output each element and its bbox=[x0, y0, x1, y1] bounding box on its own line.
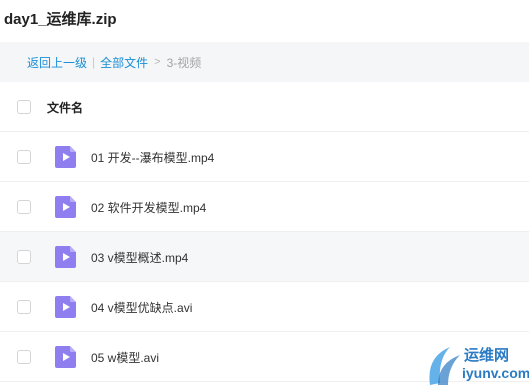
file-name[interactable]: 04 v模型优缺点.avi bbox=[91, 299, 192, 316]
breadcrumb: 返回上一级 | 全部文件 > 3-视频 bbox=[0, 42, 529, 82]
archive-title: day1_运维库.zip bbox=[4, 11, 117, 28]
table-row[interactable]: 03 v模型概述.mp4 bbox=[0, 232, 529, 282]
video-file-icon bbox=[55, 296, 76, 318]
watermark-domain: iyunv.com bbox=[462, 365, 529, 381]
row-checkbox[interactable] bbox=[17, 250, 31, 264]
breadcrumb-arrow: > bbox=[154, 56, 161, 68]
breadcrumb-current: 3-视频 bbox=[166, 55, 202, 70]
select-all-checkbox[interactable] bbox=[17, 100, 31, 114]
row-checkbox[interactable] bbox=[17, 300, 31, 314]
column-header-name: 文件名 bbox=[47, 101, 84, 115]
swirl-logo-icon bbox=[429, 347, 460, 385]
back-link[interactable]: 返回上一级 bbox=[27, 54, 87, 71]
video-file-icon bbox=[55, 246, 76, 268]
table-row[interactable]: 01 开发--瀑布模型.mp4 bbox=[0, 132, 529, 182]
table-row[interactable]: 04 v模型优缺点.avi bbox=[0, 282, 529, 332]
table-row[interactable]: 02 软件开发模型.mp4 bbox=[0, 182, 529, 232]
row-checkbox[interactable] bbox=[17, 200, 31, 214]
title-bar: day1_运维库.zip bbox=[0, 0, 529, 40]
file-name[interactable]: 02 软件开发模型.mp4 bbox=[91, 199, 206, 216]
file-name[interactable]: 01 开发--瀑布模型.mp4 bbox=[91, 149, 214, 166]
watermark-text: 运维网 bbox=[464, 347, 510, 364]
video-file-icon bbox=[55, 346, 76, 368]
video-file-icon bbox=[55, 196, 76, 218]
table-header: 文件名 bbox=[0, 82, 529, 132]
file-table: 文件名 01 开发--瀑布模型.mp4 02 软件开发模型.mp4 03 v模型… bbox=[0, 82, 529, 382]
breadcrumb-separator: | bbox=[92, 55, 96, 69]
all-files-link[interactable]: 全部文件 bbox=[100, 54, 148, 71]
file-name[interactable]: 05 w模型.avi bbox=[91, 349, 159, 366]
file-name[interactable]: 03 v模型概述.mp4 bbox=[91, 249, 188, 266]
video-file-icon bbox=[55, 146, 76, 168]
row-checkbox[interactable] bbox=[17, 350, 31, 364]
watermark-logo: 运维网 iyunv.com bbox=[424, 339, 529, 389]
row-checkbox[interactable] bbox=[17, 150, 31, 164]
